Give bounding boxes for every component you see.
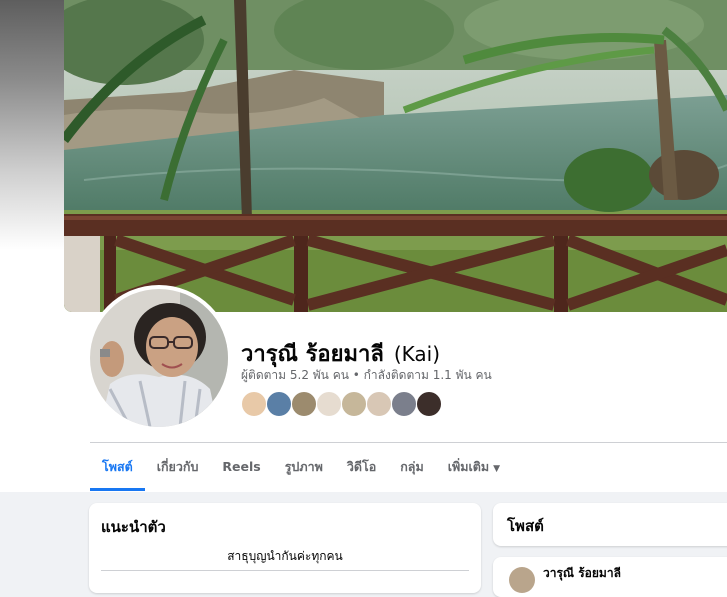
tab-groups-label: กลุ่ม [400, 459, 424, 474]
chevron-down-icon: ▼ [493, 464, 500, 474]
tab-videos-label: วิดีโอ [346, 459, 377, 474]
intro-card: แนะนำตัว สาธุบุญนำกันค่ะทุกคน [89, 503, 481, 593]
post-preview[interactable]: วารุณี ร้อยมาลี [493, 557, 727, 597]
tab-reels-label: Reels [222, 459, 261, 474]
left-edge-shadow [0, 0, 64, 312]
post-author-avatar[interactable] [509, 567, 535, 593]
intro-title: แนะนำตัว [101, 518, 166, 536]
friend-avatar-2-icon[interactable] [266, 391, 292, 417]
friend-avatar-7-icon[interactable] [391, 391, 417, 417]
friend-avatar-1-icon[interactable] [241, 391, 267, 417]
profile-nickname: (Kai) [393, 342, 441, 366]
posts-card: โพสต์ [493, 503, 727, 546]
friend-avatar-6-icon[interactable] [366, 391, 392, 417]
friend-avatar-4-icon[interactable] [316, 391, 342, 417]
intro-divider [101, 570, 469, 571]
profile-full-name: วารุณี ร้อยมาลี [241, 342, 384, 367]
tab-groups[interactable]: กลุ่ม [388, 444, 435, 490]
tab-about-label: เกี่ยวกับ [156, 459, 199, 474]
tab-more[interactable]: เพิ่มเติม ▼ [436, 444, 512, 490]
cover-photo[interactable] [64, 0, 727, 312]
friend-avatar-row [241, 391, 442, 417]
friend-avatar-3-icon[interactable] [291, 391, 317, 417]
friend-avatar-8-icon[interactable] [416, 391, 442, 417]
profile-tabs: โพสต์ เกี่ยวกับ Reels รูปภาพ วิดีโอ กลุ่… [90, 444, 512, 491]
tab-videos[interactable]: วิดีโอ [335, 444, 388, 490]
tab-photos[interactable]: รูปภาพ [273, 444, 335, 490]
tab-posts[interactable]: โพสต์ [90, 444, 145, 491]
friend-avatar-5-icon[interactable] [341, 391, 367, 417]
tab-photos-label: รูปภาพ [284, 459, 323, 474]
post-author-name[interactable]: วารุณี ร้อยมาลี [543, 564, 621, 583]
intro-bio: สาธุบุญนำกันค่ะทุกคน [227, 549, 343, 563]
tab-more-label: เพิ่มเติม [447, 459, 490, 474]
header-divider [90, 442, 727, 443]
profile-avatar[interactable] [90, 289, 228, 427]
follower-stats[interactable]: ผู้ติดตาม 5.2 พัน คน • กำลังติดตาม 1.1 พ… [241, 366, 492, 385]
posts-title: โพสต์ [507, 517, 544, 535]
tab-about[interactable]: เกี่ยวกับ [145, 444, 211, 490]
tab-posts-label: โพสต์ [102, 459, 133, 474]
tab-reels[interactable]: Reels [210, 444, 272, 490]
